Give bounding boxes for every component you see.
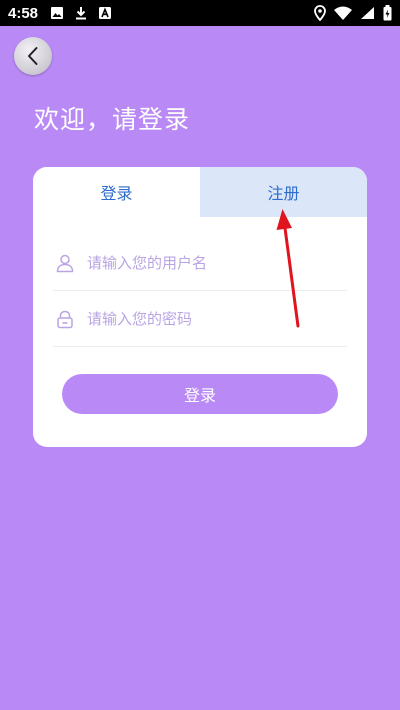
tab-bar: 登录 注册 <box>33 167 367 217</box>
tab-login[interactable]: 登录 <box>33 167 200 217</box>
login-card: 登录 注册 登录 <box>33 167 367 447</box>
download-icon <box>74 6 88 20</box>
image-icon <box>50 6 64 20</box>
battery-charging-icon <box>383 5 392 21</box>
user-icon <box>55 253 75 273</box>
login-button[interactable]: 登录 <box>62 374 338 414</box>
status-bar: 4:58 <box>0 0 400 26</box>
signal-icon <box>360 6 375 20</box>
text-a-icon <box>98 6 112 20</box>
status-time: 4:58 <box>8 4 39 22</box>
location-icon <box>314 5 326 21</box>
password-field[interactable] <box>53 291 347 347</box>
page-title: 欢迎，请登录 <box>34 105 191 134</box>
username-field[interactable] <box>53 235 347 291</box>
password-input[interactable] <box>87 309 347 328</box>
tab-register[interactable]: 注册 <box>200 167 367 217</box>
chevron-left-icon <box>26 46 40 66</box>
wifi-icon <box>334 6 352 20</box>
username-input[interactable] <box>87 253 347 272</box>
back-button[interactable] <box>14 37 52 75</box>
lock-icon <box>55 309 75 329</box>
